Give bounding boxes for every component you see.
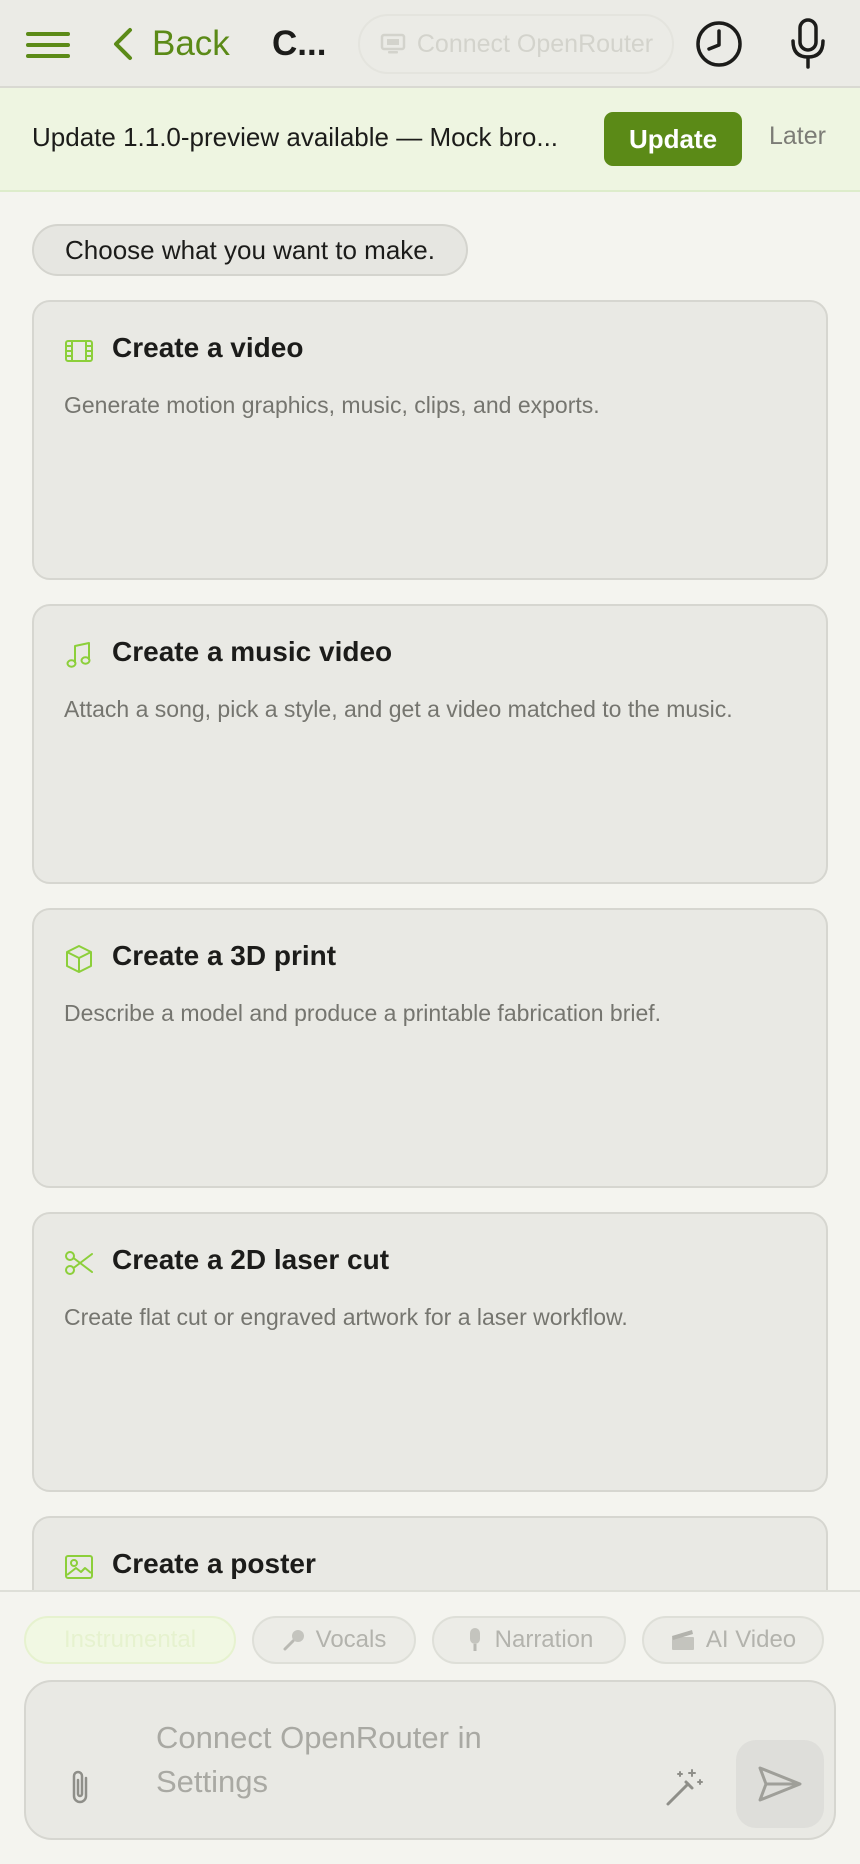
voice-input-button[interactable] <box>788 17 828 71</box>
chip-label: Narration <box>494 1626 594 1653</box>
enhance-prompt-button[interactable] <box>662 1766 706 1810</box>
chip-vocals[interactable]: Vocals <box>252 1616 416 1664</box>
chip-label: AI Video <box>705 1626 797 1653</box>
magic-wand-icon <box>666 1769 703 1806</box>
creation-options-list[interactable]: Choose what you want to make. Create a v… <box>0 192 860 1590</box>
chip-label: Vocals <box>315 1626 387 1653</box>
image-icon <box>65 1555 93 1579</box>
card-description: Describe a model and produce a printable… <box>64 1000 662 1026</box>
send-icon <box>758 1766 802 1802</box>
microphone-icon <box>283 1630 304 1651</box>
card-description: Create flat cut or engraved artwork for … <box>64 1304 628 1330</box>
menu-button[interactable] <box>24 26 72 62</box>
paperclip-icon <box>72 1770 88 1804</box>
monitor-icon <box>380 33 406 54</box>
update-banner: Update 1.1.0-preview available — Mock br… <box>0 88 860 192</box>
top-bar: Back C... Connect OpenRouter <box>0 0 860 88</box>
card-create-video[interactable]: Create a video Generate motion graphics,… <box>32 300 828 580</box>
later-button[interactable]: Later <box>769 122 826 151</box>
card-description: Attach a song, pick a style, and get a v… <box>64 696 733 722</box>
chip-ai-video[interactable]: AI Video <box>642 1616 824 1664</box>
mode-chips-bar: Instrumental Vocals Narration AI Video <box>0 1590 860 1674</box>
card-description: Generate motion graphics, music, clips, … <box>64 392 600 418</box>
chip-narration[interactable]: Narration <box>432 1616 626 1664</box>
music-note-icon <box>66 642 91 668</box>
hamburger-menu-icon <box>26 32 70 58</box>
card-create-2d-laser-cut[interactable]: Create a 2D laser cut Create flat cut or… <box>32 1212 828 1492</box>
update-button[interactable]: Update <box>604 112 742 166</box>
microphone-icon <box>469 1628 480 1651</box>
microphone-icon <box>791 18 825 69</box>
film-icon <box>65 340 93 362</box>
back-button[interactable]: Back <box>112 22 230 66</box>
connect-openrouter-button[interactable]: Connect OpenRouter <box>358 14 674 74</box>
chevron-left-icon <box>114 28 132 60</box>
card-title: Create a music video <box>112 636 393 667</box>
chip-label: Instrumental <box>63 1626 197 1653</box>
card-title: Create a 2D laser cut <box>112 1244 390 1275</box>
attach-button[interactable] <box>66 1768 96 1808</box>
connect-label: Connect OpenRouter <box>416 29 654 58</box>
clock-icon <box>696 21 742 67</box>
card-create-poster[interactable]: Create a poster <box>32 1516 828 1590</box>
clapperboard-icon <box>671 1630 694 1650</box>
scissors-icon <box>65 1251 93 1275</box>
card-title: Create a 3D print <box>112 940 337 971</box>
back-label: Back <box>152 24 230 63</box>
update-message: Update 1.1.0-preview available — Mock br… <box>32 122 559 152</box>
card-create-3d-print[interactable]: Create a 3D print Describe a model and p… <box>32 908 828 1188</box>
assistant-prompt: Choose what you want to make. <box>32 224 468 276</box>
cube-icon <box>66 945 92 973</box>
message-input[interactable] <box>156 1716 576 1808</box>
history-button[interactable] <box>694 19 744 69</box>
card-title: Create a poster <box>112 1548 316 1579</box>
card-create-music-video[interactable]: Create a music video Attach a song, pick… <box>32 604 828 884</box>
card-title: Create a video <box>112 332 304 363</box>
message-composer <box>24 1680 836 1840</box>
chip-instrumental[interactable]: Instrumental <box>24 1616 236 1664</box>
page-title: C... <box>272 24 327 63</box>
send-button[interactable] <box>736 1740 824 1828</box>
